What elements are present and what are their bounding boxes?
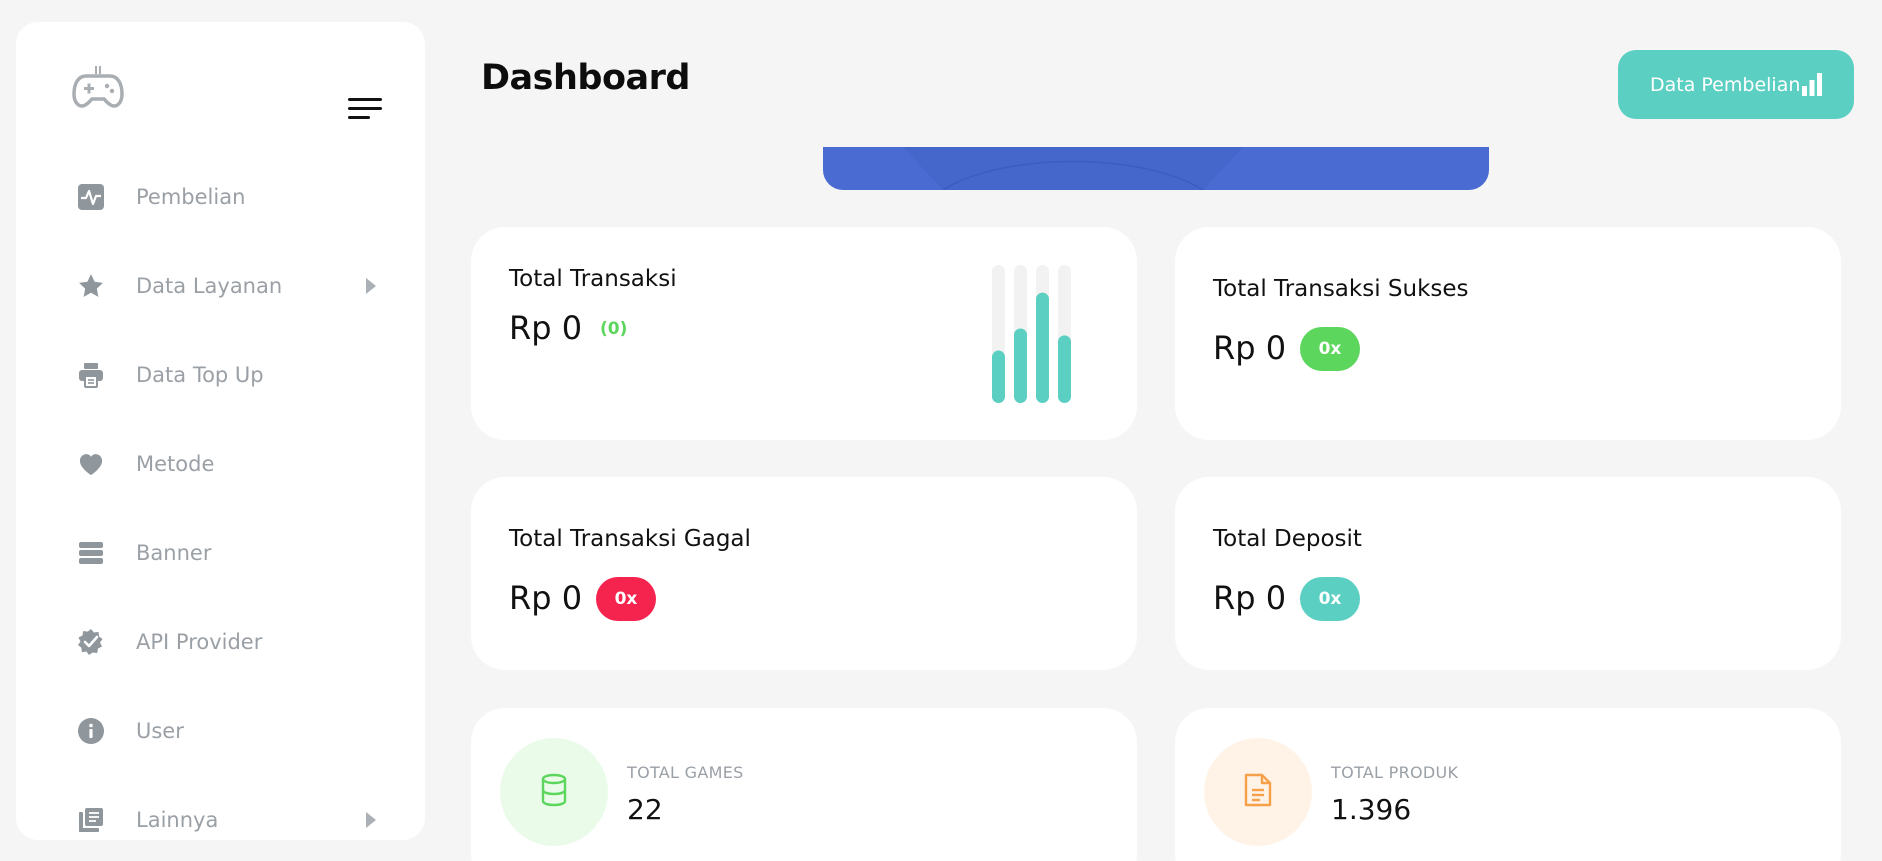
data-pembelian-button[interactable]: Data Pembelian — [1618, 50, 1854, 119]
produk-icon-circle — [1204, 738, 1312, 846]
total-produk-label: TOTAL PRODUK — [1331, 763, 1459, 782]
sidebar-item-label: Pembelian — [136, 184, 246, 209]
sukses-count-badge: 0x — [1300, 327, 1360, 371]
total-deposit-title: Total Deposit — [1213, 526, 1362, 552]
star-icon — [76, 271, 106, 301]
badge-check-icon — [76, 627, 106, 657]
total-gagal-value: Rp 0 — [509, 579, 583, 617]
total-transaksi-count: (0) — [600, 319, 628, 339]
heart-icon — [76, 449, 106, 479]
total-deposit-value: Rp 0 — [1213, 579, 1287, 617]
sidebar-item-pembelian[interactable]: Pembelian — [16, 152, 425, 241]
total-gagal-title: Total Transaksi Gagal — [509, 526, 751, 552]
bar-chart-icon — [1800, 72, 1824, 96]
sidebar-item-label: Metode — [136, 451, 215, 476]
sidebar-item-data-layanan[interactable]: Data Layanan — [16, 241, 425, 330]
mini-bar — [992, 350, 1005, 403]
sidebar-item-label: Banner — [136, 540, 212, 565]
sidebar-item-label: Data Layanan — [136, 273, 283, 298]
printer-icon — [76, 360, 106, 390]
caret-right-icon[interactable] — [366, 811, 376, 828]
total-produk-value: 1.396 — [1331, 793, 1412, 826]
gamepad-logo-icon[interactable] — [72, 62, 124, 114]
file-text-icon — [1243, 772, 1273, 812]
page-title: Dashboard — [481, 58, 690, 98]
sidebar-item-data-top-up[interactable]: Data Top Up — [16, 330, 425, 419]
sidebar-item-api-provider[interactable]: API Provider — [16, 597, 425, 686]
data-pembelian-label: Data Pembelian — [1650, 73, 1801, 96]
total-sukses-value: Rp 0 — [1213, 329, 1287, 367]
total-games-label: TOTAL GAMES — [627, 763, 744, 782]
total-games-value: 22 — [627, 793, 663, 826]
caret-right-icon[interactable] — [366, 277, 376, 294]
card-total-deposit — [1175, 477, 1841, 670]
activity-icon — [76, 182, 106, 212]
menu-toggle-icon[interactable] — [348, 94, 396, 134]
mini-bar-chart — [992, 265, 1071, 403]
database-icon — [539, 773, 569, 811]
total-sukses-title: Total Transaksi Sukses — [1213, 276, 1469, 302]
sidebar-item-label: API Provider — [136, 629, 263, 654]
gagal-count-badge: 0x — [596, 577, 656, 621]
sidebar-item-label: Lainnya — [136, 807, 219, 832]
card-total-transaksi-gagal — [471, 477, 1137, 670]
sidebar-item-lainnya[interactable]: Lainnya — [16, 775, 425, 861]
mini-bar — [1036, 292, 1049, 403]
sidebar-item-user[interactable]: User — [16, 686, 425, 775]
sidebar: Pembelian Data Layanan Data Top Up Metod… — [16, 22, 425, 840]
mini-bar — [1058, 335, 1071, 403]
info-icon — [76, 716, 106, 746]
promo-banner — [823, 147, 1489, 190]
library-icon — [76, 805, 106, 835]
deposit-count-badge: 0x — [1300, 577, 1360, 621]
sidebar-nav: Pembelian Data Layanan Data Top Up Metod… — [16, 152, 425, 861]
games-icon-circle — [500, 738, 608, 846]
sidebar-item-label: Data Top Up — [136, 362, 264, 387]
sidebar-item-banner[interactable]: Banner — [16, 508, 425, 597]
mini-bar — [1014, 328, 1027, 403]
total-transaksi-value: Rp 0 — [509, 309, 583, 347]
sidebar-item-label: User — [136, 718, 184, 743]
total-transaksi-title: Total Transaksi — [509, 266, 677, 292]
sidebar-item-metode[interactable]: Metode — [16, 419, 425, 508]
menu-bars-icon — [76, 538, 106, 568]
